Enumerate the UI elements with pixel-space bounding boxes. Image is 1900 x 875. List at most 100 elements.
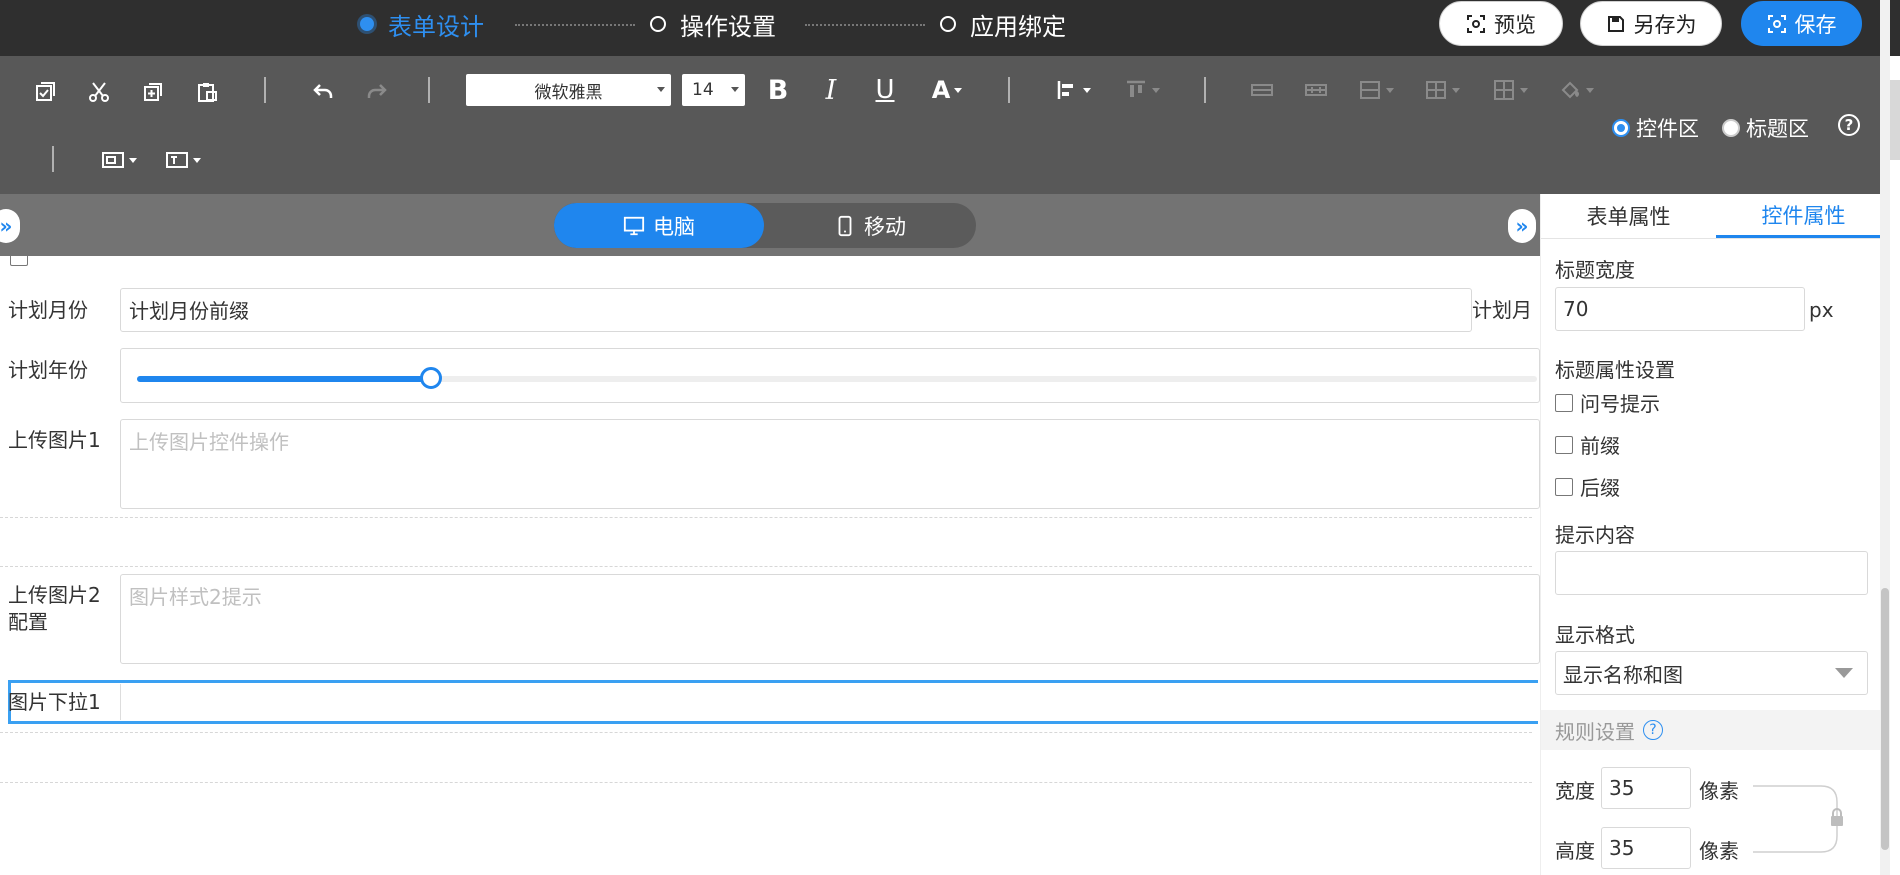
scissors-icon [89, 82, 109, 102]
device-pc-tab[interactable]: 电脑 [554, 203, 764, 248]
upload1-label: 上传图片1 [8, 428, 101, 452]
display-format-select[interactable]: 显示名称和图 [1555, 651, 1868, 695]
device-mobile-tab[interactable]: 移动 [764, 203, 976, 248]
display-format-value: 显示名称和图 [1563, 662, 1683, 687]
save-button[interactable]: 保存 [1741, 1, 1862, 46]
insert-container-button[interactable] [100, 146, 138, 174]
checkbox-label: 问号提示 [1580, 392, 1660, 416]
align-button[interactable] [1053, 76, 1093, 104]
save-label: 保存 [1794, 12, 1837, 37]
image-dropdown-field-selected[interactable] [8, 680, 1538, 724]
checkbox-question-hint[interactable]: 问号提示 [1555, 388, 1660, 417]
title-width-unit: px [1809, 298, 1834, 322]
step-dot-icon [650, 16, 666, 32]
bold-button[interactable]: B [762, 74, 794, 106]
title-width-input[interactable]: 70 [1555, 287, 1805, 331]
preview-button[interactable]: 预览 [1439, 1, 1563, 46]
chevron-down-icon [129, 157, 137, 163]
step-dot-icon [940, 16, 956, 32]
table-button[interactable] [1488, 76, 1532, 104]
toolbar-divider [52, 146, 54, 172]
fill-color-button[interactable] [1554, 76, 1598, 104]
tab-form-properties[interactable]: 表单属性 [1541, 194, 1716, 238]
field-label-divider [120, 684, 121, 720]
cut-off-checkbox[interactable] [10, 256, 28, 266]
upload1-input[interactable]: 上传图片控件操作 [120, 419, 1540, 509]
chevron-down-icon [1386, 87, 1394, 93]
container-icon [102, 152, 124, 168]
valign-button[interactable] [1122, 76, 1162, 104]
insert-text-button[interactable] [164, 146, 202, 174]
merge-cells-button[interactable] [1354, 76, 1398, 104]
help-icon[interactable]: ? [1643, 720, 1663, 740]
zone-title-label: 标题区 [1746, 117, 1809, 141]
table-row-icon [1251, 84, 1273, 96]
chevron-down-icon [954, 87, 963, 93]
step-connector [805, 24, 925, 26]
tab-label: 表单属性 [1586, 205, 1671, 229]
copy-button[interactable] [138, 78, 168, 106]
height-unit: 像素 [1699, 839, 1739, 863]
italic-button[interactable]: I [815, 74, 847, 106]
mobile-icon [838, 215, 852, 236]
select-all-button[interactable] [30, 78, 60, 106]
page-scrollbar-thumb[interactable] [1890, 80, 1900, 160]
toolbar-divider [428, 77, 430, 103]
help-glyph: ? [1844, 116, 1854, 134]
split-cells-button[interactable] [1420, 76, 1464, 104]
zone-control-radio[interactable]: 控件区 [1612, 113, 1699, 143]
save-as-button[interactable]: 另存为 [1580, 1, 1722, 46]
help-icon[interactable]: ? [1838, 114, 1860, 136]
plan-month-input[interactable]: 计划月份前缀 [120, 288, 1472, 332]
underline-button[interactable]: U [869, 74, 901, 106]
step-form-design[interactable]: 表单设计 [360, 8, 484, 41]
tab-control-properties[interactable]: 控件属性 [1716, 194, 1890, 238]
step-app-binding[interactable]: 应用绑定 [940, 8, 1066, 41]
chevron-down-icon [731, 87, 739, 92]
checkbox-prefix[interactable]: 前缀 [1555, 430, 1620, 459]
table-row-delete-icon [1305, 84, 1327, 96]
font-color-button[interactable]: A [922, 74, 972, 106]
plan-year-slider-handle[interactable] [420, 367, 442, 389]
collapse-right-icon[interactable]: » [1508, 209, 1536, 243]
insert-row-button[interactable] [1246, 76, 1278, 104]
checkbox-suffix[interactable]: 后缀 [1555, 472, 1620, 501]
plan-month-value: 计划月份前缀 [129, 299, 249, 323]
radio-icon [1612, 119, 1630, 137]
zone-title-radio[interactable]: 标题区 [1722, 113, 1809, 143]
checkbox-copy-icon [36, 82, 55, 101]
step-dot-icon [360, 17, 374, 31]
step-operation-settings[interactable]: 操作设置 [650, 8, 776, 41]
hint-content-input[interactable] [1555, 551, 1868, 595]
checkbox-label: 前缀 [1580, 434, 1620, 458]
font-family-select[interactable]: 微软雅黑 [466, 74, 671, 106]
undo-button[interactable] [308, 78, 338, 106]
panel-scrollbar-thumb[interactable] [1881, 588, 1889, 850]
radio-icon [1722, 119, 1740, 137]
row-divider [0, 732, 1532, 733]
tab-label: 控件属性 [1761, 203, 1846, 228]
redo-button[interactable] [362, 78, 392, 106]
lock-icon[interactable] [1829, 808, 1845, 828]
upload1-placeholder: 上传图片控件操作 [129, 430, 289, 454]
delete-row-button[interactable] [1300, 76, 1332, 104]
chevron-down-icon [193, 157, 201, 163]
width-input[interactable]: 35 [1601, 767, 1691, 809]
upload2-input[interactable]: 图片样式2提示 [120, 574, 1540, 664]
align-left-icon [1057, 81, 1073, 99]
rule-settings-label: 规则设置 [1555, 719, 1635, 744]
font-size-value: 14 [692, 80, 714, 100]
paste-button[interactable] [192, 78, 222, 106]
height-input[interactable]: 35 [1601, 827, 1691, 869]
zone-control-label: 控件区 [1636, 117, 1699, 141]
device-mobile-label: 移动 [864, 214, 906, 239]
device-switch: 电脑 移动 [554, 203, 976, 248]
toolbar-divider [1008, 77, 1010, 103]
image-dropdown-label: 图片下拉1 [8, 690, 101, 714]
undo-icon [313, 84, 333, 98]
table-icon [1494, 80, 1514, 100]
checkbox-label: 后缀 [1580, 476, 1620, 500]
cut-button[interactable] [84, 78, 114, 106]
paint-bucket-icon [1561, 81, 1579, 99]
font-size-select[interactable]: 14 [682, 74, 745, 106]
